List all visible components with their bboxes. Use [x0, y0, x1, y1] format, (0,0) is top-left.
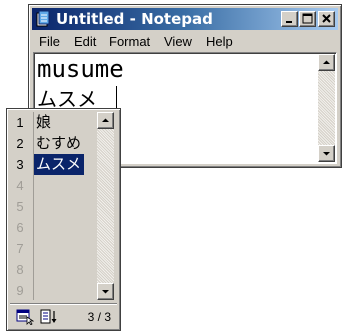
- vertical-scrollbar[interactable]: [318, 54, 335, 162]
- candidate-row: 5: [10, 196, 97, 217]
- candidate-row: 4: [10, 175, 97, 196]
- minimize-button[interactable]: [281, 11, 298, 27]
- arrow-down-icon: [102, 290, 109, 294]
- candidate-row[interactable]: 1娘: [10, 112, 97, 133]
- candidate-text[interactable]: 娘: [34, 112, 54, 133]
- editor-line-1: musume: [37, 55, 124, 83]
- scroll-up-button[interactable]: [318, 54, 335, 71]
- window-title: Untitled - Notepad: [56, 10, 213, 28]
- candidate-number: 6: [16, 220, 24, 235]
- candidate-number: 9: [16, 283, 24, 298]
- candidate-number: 2: [16, 136, 24, 151]
- title-bar[interactable]: Untitled - Notepad: [32, 8, 338, 30]
- candidate-row: 8: [10, 259, 97, 280]
- candidate-number: 8: [16, 262, 24, 277]
- candidate-row[interactable]: 3 ムスメ: [10, 154, 97, 175]
- close-button[interactable]: [318, 11, 335, 27]
- menu-file[interactable]: File: [38, 33, 61, 50]
- candidate-row: 9: [10, 280, 97, 301]
- candidate-row[interactable]: 2 むすめ: [10, 133, 97, 154]
- candidate-scroll-up-button[interactable]: [97, 112, 114, 129]
- candidate-number: 7: [16, 241, 24, 256]
- arrow-up-icon: [102, 118, 109, 122]
- candidate-list: 1 娘 2 むすめ 3 ムスメ 4 5 6 7 8 9: [10, 112, 97, 300]
- candidate-row: 6: [10, 217, 97, 238]
- candidate-list-icon[interactable]: [16, 309, 34, 325]
- menu-view[interactable]: View: [163, 33, 193, 50]
- maximize-icon: [302, 13, 313, 24]
- menu-format[interactable]: Format: [108, 33, 151, 50]
- candidate-scroll-down-button[interactable]: [97, 283, 114, 300]
- candidate-counter: 3 / 3: [87, 310, 111, 324]
- scroll-down-button[interactable]: [318, 145, 335, 162]
- menu-help[interactable]: Help: [205, 33, 234, 50]
- sort-icon[interactable]: [40, 309, 58, 325]
- candidate-number: 1: [16, 115, 24, 130]
- close-icon: [322, 14, 331, 23]
- candidate-text[interactable]: むすめ: [34, 133, 84, 154]
- candidate-row: 7: [10, 238, 97, 259]
- candidate-number: 4: [16, 178, 24, 193]
- menu-edit[interactable]: Edit: [73, 33, 97, 50]
- ime-candidate-window: 1 娘 2 むすめ 3 ムスメ 4 5 6 7 8 9 3 / 3: [6, 108, 121, 331]
- minimize-icon: [286, 21, 292, 23]
- notepad-icon: [36, 11, 50, 27]
- candidate-scrollbar[interactable]: [97, 112, 114, 300]
- maximize-button[interactable]: [299, 11, 316, 27]
- arrow-down-icon: [323, 152, 330, 156]
- candidate-number: 3: [16, 157, 24, 172]
- menu-bar: File Edit Format View Help: [33, 32, 337, 51]
- candidate-text-selected[interactable]: ムスメ: [34, 154, 85, 175]
- arrow-up-icon: [323, 60, 330, 64]
- candidate-number: 5: [16, 199, 24, 214]
- candidate-footer: 3 / 3: [10, 303, 117, 328]
